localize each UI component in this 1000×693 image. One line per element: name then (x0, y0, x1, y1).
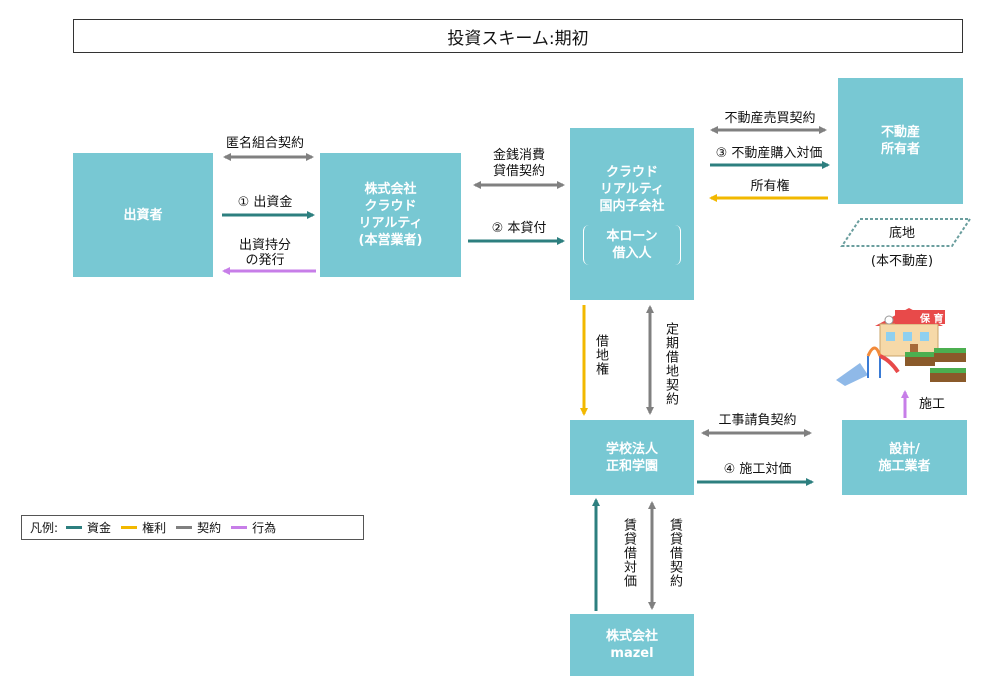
label-loan: ② 本貸付 (491, 221, 547, 236)
operator-box: 株式会社 クラウド リアルティ (本営業者) (320, 153, 461, 277)
legend: 凡例: 資金 権利 契約 行為 (21, 515, 364, 540)
label-loan-contract-2: 貸借契約 (492, 164, 545, 179)
label-rent-contract: 賃貸借契約 (667, 518, 682, 588)
label-tokumei: 匿名組合契約 (225, 136, 304, 151)
land-note: (本不動産) (870, 254, 934, 269)
label-leasehold: 借地権 (593, 334, 608, 376)
borrower-box: 本ローン 借入人 (583, 224, 681, 265)
legend-right: 権利 (121, 519, 166, 536)
legend-right-swatch (121, 526, 138, 529)
legend-fund: 資金 (66, 519, 111, 536)
school-box: 学校法人 正和学園 (570, 420, 694, 495)
label-loan-contract-1: 金銭消費 (492, 148, 545, 163)
investor-box: 出資者 (73, 153, 213, 277)
builder-box: 設計/ 施工業者 (842, 420, 967, 495)
legend-act: 行為 (231, 519, 276, 536)
label-investment: ① 出資金 (237, 195, 293, 210)
subsidiary-box: クラウド リアルティ 国内子会社 本ローン 借入人 (570, 128, 694, 300)
legend-prefix: 凡例: (30, 521, 59, 535)
label-sale-contract: 不動産売買契約 (724, 111, 816, 126)
label-equity-2: の発行 (245, 253, 285, 268)
land-label: 底地 (888, 226, 915, 241)
label-equity-1: 出資持分 (238, 238, 291, 253)
legend-contract-swatch (176, 526, 193, 529)
legend-contract: 契約 (176, 519, 221, 536)
label-ownership: 所有権 (750, 179, 790, 194)
label-construction-fee: ④ 施工対価 (723, 462, 792, 477)
label-purchase: ③ 不動産購入対価 (715, 146, 823, 161)
label-rent-fee: 賃貸借対価 (621, 518, 636, 588)
label-construction: 施工 (919, 397, 946, 412)
label-construction-contract: 工事請負契約 (718, 413, 797, 428)
nursery-sign: 保 育 (920, 314, 944, 325)
label-fixed-lease: 定期借地契約 (663, 322, 678, 406)
owner-box: 不動産 所有者 (838, 78, 963, 204)
legend-fund-swatch (66, 526, 83, 529)
mazel-box: 株式会社 mazel (570, 614, 694, 676)
legend-act-swatch (231, 526, 248, 529)
nursery-illustration (836, 308, 966, 386)
